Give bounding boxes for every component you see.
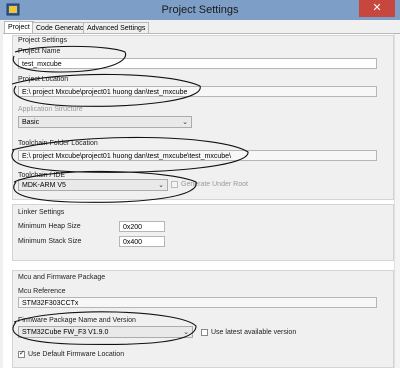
mcu-reference-field[interactable]: STM32F303CCTx	[18, 297, 377, 308]
toolchain-ide-select[interactable]: MDK-ARM V5 ⌄	[18, 179, 168, 191]
toolchain-ide-value: MDK-ARM V5	[22, 182, 66, 189]
chevron-down-icon: ⌄	[183, 329, 189, 336]
project-name-input[interactable]: test_mxcube	[18, 58, 377, 69]
min-heap-input[interactable]: 0x200	[119, 221, 165, 232]
mcu-firmware-title: Mcu and Firmware Package	[18, 274, 106, 281]
application-structure-value: Basic	[22, 119, 40, 126]
close-button[interactable]: ✕	[359, 0, 395, 17]
chevron-down-icon: ⌄	[182, 119, 188, 126]
application-structure-label: Application Structure	[18, 106, 83, 113]
firmware-package-select[interactable]: STM32Cube FW_F3 V1.9.0 ⌄	[18, 326, 193, 338]
application-structure-select[interactable]: Basic ⌄	[18, 116, 192, 128]
use-default-location-checkbox[interactable]	[18, 349, 25, 358]
min-stack-label: Minimum Stack Size	[18, 238, 82, 245]
project-name-label: Project Name	[18, 48, 61, 55]
project-location-field[interactable]: E:\ project Mxcube\project01 huong dan\t…	[18, 86, 377, 97]
linker-settings-panel	[12, 204, 394, 261]
project-tab-content: Project Settings Project Name test_mxcub…	[3, 33, 400, 368]
toolchain-folder-location-label: Toolchain Folder Location	[18, 140, 98, 147]
generate-under-root-checkbox[interactable]	[171, 181, 178, 188]
use-latest-version-label: Use latest available version	[211, 329, 297, 336]
tab-bar: Project Code Generator Advanced Settings	[0, 20, 400, 34]
firmware-package-label: Firmware Package Name and Version	[18, 317, 136, 324]
project-settings-title: Project Settings	[18, 37, 68, 44]
toolchain-folder-location-field[interactable]: E:\ project Mxcube\project01 huong dan\t…	[18, 150, 377, 161]
use-latest-version-checkbox[interactable]	[201, 329, 208, 336]
vertical-scrollbar[interactable]	[394, 34, 400, 368]
title-bar: Project Settings ✕	[0, 0, 400, 20]
toolchain-ide-label: Toolchain / IDE	[18, 172, 66, 179]
min-stack-input[interactable]: 0x400	[119, 236, 165, 247]
linker-settings-title: Linker Settings	[18, 209, 65, 216]
mcu-reference-label: Mcu Reference	[18, 288, 66, 295]
project-location-label: Project Location	[18, 76, 69, 83]
firmware-package-value: STM32Cube FW_F3 V1.9.0	[22, 329, 109, 336]
min-heap-label: Minimum Heap Size	[18, 223, 81, 230]
window-title: Project Settings	[161, 4, 239, 16]
tab-code-generator[interactable]: Code Generator	[32, 22, 91, 33]
generate-under-root-label: Generate Under Root	[181, 181, 248, 188]
chevron-down-icon: ⌄	[158, 182, 164, 189]
use-default-location-label: Use Default Firmware Location	[28, 351, 125, 358]
tab-advanced-settings[interactable]: Advanced Settings	[83, 22, 150, 33]
